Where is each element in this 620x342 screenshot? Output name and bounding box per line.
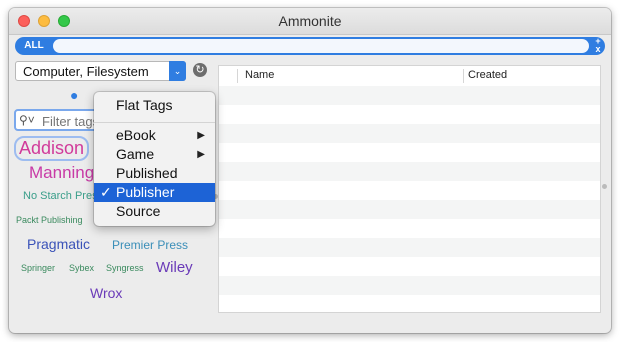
tag-cloud-item[interactable]: Addison: [14, 136, 90, 161]
search-icon: ⚲˅: [19, 113, 35, 127]
refresh-icon[interactable]: ↻: [193, 63, 207, 77]
table-row[interactable]: [219, 295, 600, 312]
search-bar: ALL + x: [15, 37, 605, 55]
tag-cloud-icon[interactable]: ●: [70, 88, 84, 102]
tag-cloud-item[interactable]: Packt Publishing: [16, 215, 83, 225]
table-row[interactable]: [219, 143, 600, 162]
table-header: Name Created: [219, 66, 600, 87]
tag-group-menu: Flat Tags eBook ▶ Game ▶ Published ✓ Pub…: [94, 92, 215, 226]
menu-separator: [94, 122, 215, 123]
column-separator: [237, 69, 238, 83]
menu-item-published[interactable]: Published: [94, 164, 215, 183]
table-row[interactable]: [219, 124, 600, 143]
tag-cloud-item[interactable]: No Starch Press: [23, 190, 103, 202]
source-selected-value: Computer, Filesystem: [23, 64, 149, 79]
menu-item-label: Published: [116, 165, 178, 181]
search-input[interactable]: [53, 39, 589, 53]
table-row[interactable]: [219, 257, 600, 276]
tag-cloud-item[interactable]: Sybex: [69, 263, 94, 273]
column-separator: [463, 69, 464, 83]
checkmark-icon: ✓: [100, 184, 112, 200]
resize-handle[interactable]: [602, 184, 607, 189]
all-scope-button[interactable]: ALL: [17, 38, 51, 54]
menu-item-ebook[interactable]: eBook ▶: [94, 126, 215, 145]
table-row[interactable]: [219, 105, 600, 124]
table-row[interactable]: [219, 238, 600, 257]
tag-cloud-item[interactable]: Manning: [29, 163, 94, 183]
tag-cloud-item[interactable]: Springer: [21, 263, 55, 273]
table-row[interactable]: [219, 86, 600, 105]
tag-cloud-item[interactable]: Wrox: [90, 285, 122, 301]
table-row[interactable]: [219, 181, 600, 200]
tag-cloud-item[interactable]: Premier Press: [112, 238, 188, 252]
chevron-down-icon[interactable]: ⌄: [169, 61, 186, 81]
column-header-created[interactable]: Created: [468, 69, 507, 81]
table-row[interactable]: [219, 162, 600, 181]
add-remove-filter-button[interactable]: + x: [592, 37, 604, 54]
tag-cloud-item[interactable]: Syngress: [106, 263, 144, 273]
submenu-arrow-icon: ▶: [197, 130, 205, 141]
title-bar[interactable]: Ammonite: [9, 8, 611, 35]
menu-item-flat-tags[interactable]: Flat Tags: [94, 96, 215, 115]
table-row[interactable]: [219, 219, 600, 238]
app-window: Ammonite ALL + x Computer, Filesystem ⌄ ↻…: [9, 8, 611, 333]
menu-item-label: Source: [116, 203, 161, 219]
menu-item-label: Game: [116, 146, 155, 162]
submenu-arrow-icon: ▶: [197, 149, 205, 160]
menu-item-label: eBook: [116, 127, 156, 143]
menu-item-publisher[interactable]: ✓ Publisher: [94, 183, 215, 202]
column-header-name[interactable]: Name: [245, 69, 274, 81]
table-row[interactable]: [219, 200, 600, 219]
menu-item-game[interactable]: Game ▶: [94, 145, 215, 164]
files-table: Name Created: [218, 65, 601, 313]
tag-cloud-item[interactable]: Wiley: [156, 259, 193, 276]
window-title: Ammonite: [278, 13, 342, 29]
menu-item-label: Flat Tags: [116, 97, 173, 113]
tag-cloud-item[interactable]: Pragmatic: [27, 236, 90, 252]
menu-item-source[interactable]: Source: [94, 202, 215, 221]
table-row[interactable]: [219, 276, 600, 295]
source-dropdown[interactable]: Computer, Filesystem ⌄: [15, 61, 186, 81]
menu-item-label: Publisher: [116, 184, 175, 200]
